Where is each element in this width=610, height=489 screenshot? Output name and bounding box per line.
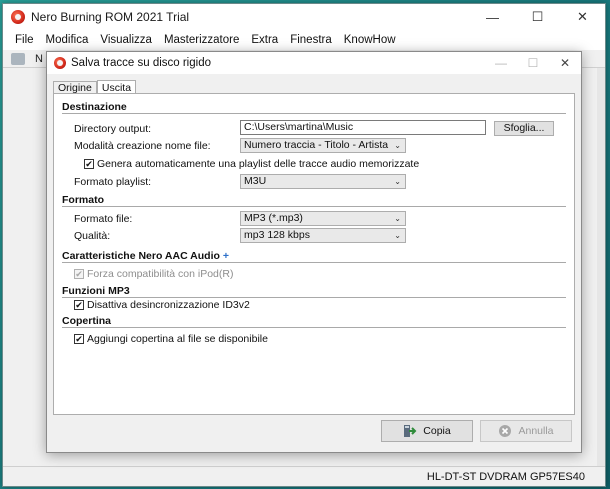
drive-status: HL-DT-ST DVDRAM GP57ES40 — [426, 470, 585, 483]
dialog-titlebar: Salva tracce su disco rigido — ☐ ✕ — [47, 52, 581, 74]
section-divider — [62, 327, 566, 328]
main-scrollbar[interactable] — [597, 68, 605, 466]
dialog-minimize-icon: — — [495, 56, 507, 70]
quality-select[interactable]: mp3 128 kbps ⌄ — [240, 228, 406, 243]
id3-check-row[interactable]: ✔ Disattiva desincronizzazione ID3v2 — [74, 299, 250, 311]
menu-knowhow[interactable]: KnowHow — [338, 34, 402, 46]
ipod-checkbox: ✔ — [74, 268, 84, 279]
copy-button[interactable]: Copia — [381, 420, 473, 442]
menubar: File Modifica Visualizza Masterizzatore … — [3, 30, 605, 50]
cancel-button-label: Annulla — [518, 425, 554, 437]
minimize-icon[interactable]: — — [470, 4, 515, 30]
maximize-icon[interactable]: ☐ — [515, 4, 560, 30]
copy-arrow-icon — [403, 424, 417, 438]
section-divider — [62, 113, 566, 114]
new-compilation-icon[interactable] — [11, 52, 25, 65]
cover-checkbox[interactable]: ✔ — [74, 334, 84, 344]
menu-masterizzatore[interactable]: Masterizzatore — [158, 34, 245, 46]
status-bar: HL-DT-ST DVDRAM GP57ES40 — [3, 466, 605, 486]
toolbar-new-label: N — [35, 52, 43, 65]
tab-panel-uscita: Destinazione Directory output: C:\Users\… — [53, 93, 575, 415]
file-format-select[interactable]: MP3 (*.mp3) ⌄ — [240, 211, 406, 226]
section-divider — [62, 262, 566, 263]
playlist-checkbox[interactable]: ✔ — [84, 159, 94, 169]
quality-value: mp3 128 kbps — [244, 229, 310, 241]
menu-finestra[interactable]: Finestra — [284, 34, 338, 46]
playlist-format-label: Formato playlist: — [74, 176, 152, 188]
nero-app-icon — [11, 10, 25, 24]
section-aac-title: Caratteristiche Nero AAC Audio + — [62, 250, 229, 262]
dialog-controls: — ☐ ✕ — [485, 52, 581, 74]
nero-dialog-icon — [54, 57, 66, 69]
chevron-down-icon: ⌄ — [394, 231, 401, 240]
browse-button[interactable]: Sfoglia... — [494, 121, 554, 136]
section-divider — [62, 206, 566, 207]
dialog-tabs: Origine Uscita — [53, 79, 137, 95]
plus-icon: + — [222, 250, 230, 262]
menu-file[interactable]: File — [9, 34, 40, 46]
menu-modifica[interactable]: Modifica — [40, 34, 95, 46]
chevron-down-icon: ⌄ — [394, 177, 401, 186]
naming-mode-value: Numero traccia - Titolo - Artista — [244, 139, 389, 151]
close-icon[interactable]: ✕ — [560, 4, 605, 30]
playlist-check-row[interactable]: ✔ Genera automaticamente una playlist de… — [84, 158, 419, 170]
playlist-check-label: Genera automaticamente una playlist dell… — [97, 158, 420, 170]
section-divider — [62, 297, 566, 298]
section-aac-label: Caratteristiche Nero AAC Audio — [62, 250, 220, 262]
naming-mode-label: Modalità creazione nome file: — [74, 140, 211, 152]
section-destinazione-title: Destinazione — [62, 101, 127, 113]
quality-label: Qualità: — [74, 230, 111, 242]
playlist-format-value: M3U — [244, 175, 267, 187]
file-format-label: Formato file: — [74, 213, 133, 225]
playlist-format-select[interactable]: M3U ⌄ — [240, 174, 406, 189]
main-window-title: Nero Burning ROM 2021 Trial — [31, 10, 190, 24]
section-copertina-title: Copertina — [62, 315, 112, 327]
section-formato-title: Formato — [62, 194, 104, 206]
dialog-title: Salva tracce su disco rigido — [71, 57, 211, 69]
menu-extra[interactable]: Extra — [245, 34, 284, 46]
menu-visualizza[interactable]: Visualizza — [94, 34, 158, 46]
main-window-controls: — ☐ ✕ — [470, 4, 605, 30]
save-tracks-dialog: Salva tracce su disco rigido — ☐ ✕ Origi… — [46, 51, 582, 453]
cancel-x-icon — [498, 424, 512, 438]
id3-check-label: Disattiva desincronizzazione ID3v2 — [87, 299, 250, 311]
main-titlebar: Nero Burning ROM 2021 Trial — ☐ ✕ — [3, 4, 605, 30]
dialog-close-icon[interactable]: ✕ — [549, 52, 581, 74]
directory-output-input[interactable]: C:\Users\martina\Music — [240, 120, 486, 135]
ipod-check-row: ✔ Forza compatibilità con iPod(R) — [74, 268, 233, 280]
cover-check-label: Aggiungi copertina al file se disponibil… — [87, 333, 268, 345]
cancel-button: Annulla — [480, 420, 572, 442]
copy-button-label: Copia — [423, 425, 451, 437]
ipod-check-label: Forza compatibilità con iPod(R) — [87, 268, 234, 280]
directory-output-label: Directory output: — [74, 123, 152, 135]
chevron-down-icon: ⌄ — [394, 141, 401, 150]
naming-mode-select[interactable]: Numero traccia - Titolo - Artista ⌄ — [240, 138, 406, 153]
dialog-maximize-icon: ☐ — [527, 56, 539, 70]
section-mp3-title: Funzioni MP3 — [62, 285, 130, 297]
chevron-down-icon: ⌄ — [394, 214, 401, 223]
cover-check-row[interactable]: ✔ Aggiungi copertina al file se disponib… — [74, 333, 268, 345]
file-format-value: MP3 (*.mp3) — [244, 212, 303, 224]
id3-checkbox[interactable]: ✔ — [74, 300, 84, 310]
